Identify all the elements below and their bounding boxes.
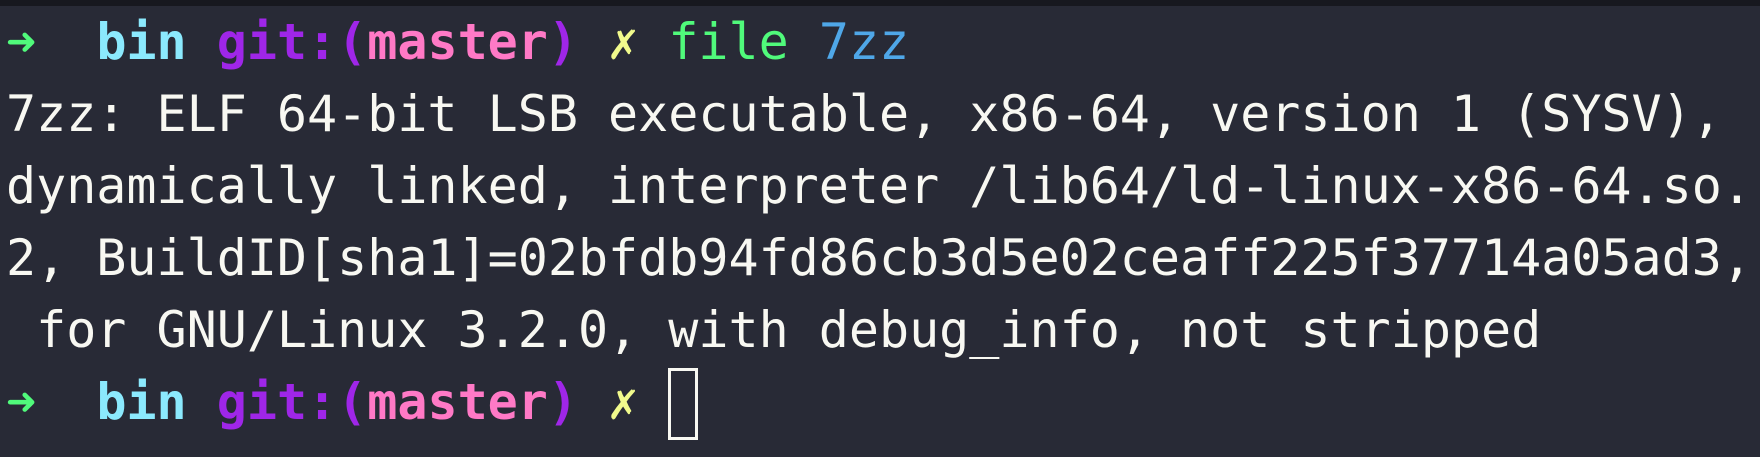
prompt-arrow-icon: ➜ <box>6 13 37 71</box>
command-argument: 7zz <box>818 13 910 71</box>
prompt-git-close: ) <box>547 13 578 71</box>
prompt-git-label: git:( <box>216 373 368 431</box>
output-line: for GNU/Linux 3.2.0, with debug_info, no… <box>6 301 1542 359</box>
command-name: file <box>668 13 789 71</box>
prompt-directory: bin <box>96 373 187 431</box>
terminal-window[interactable]: ➜ bin git:(master) ✗ file 7zz 7zz: ELF 6… <box>0 6 1760 457</box>
prompt-dirty-marker-icon: ✗ <box>608 373 639 431</box>
prompt-line-2[interactable]: ➜ bin git:(master) ✗ <box>0 366 1760 440</box>
prompt-line-1: ➜ bin git:(master) ✗ file 7zz <box>0 6 1760 78</box>
prompt-directory: bin <box>96 13 187 71</box>
prompt-branch: master <box>367 13 548 71</box>
prompt-git-label: git:( <box>216 13 368 71</box>
output-line: 2, BuildID[sha1]=02bfdb94fd86cb3d5e02cea… <box>6 229 1752 287</box>
prompt-arrow-icon: ➜ <box>6 373 37 431</box>
output-line: 7zz: ELF 64-bit LSB executable, x86-64, … <box>6 85 1722 143</box>
prompt-git-close: ) <box>547 373 578 431</box>
prompt-dirty-marker-icon: ✗ <box>608 13 639 71</box>
prompt-branch: master <box>367 373 548 431</box>
text-cursor[interactable] <box>668 368 699 440</box>
output-line: dynamically linked, interpreter /lib64/l… <box>6 157 1752 215</box>
